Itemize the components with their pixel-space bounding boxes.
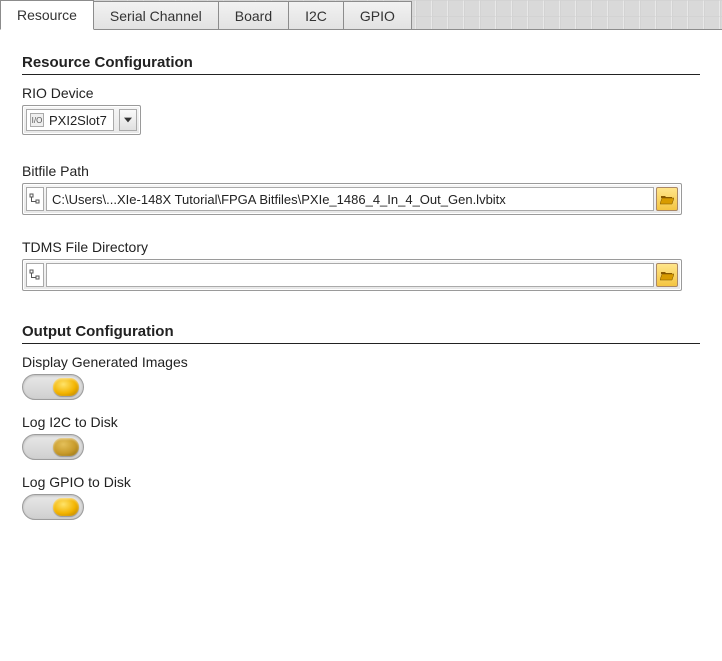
toggle-knob [53, 438, 79, 456]
tab-label: Board [235, 8, 272, 24]
tab-content-resource: Resource Configuration RIO Device I/O PX… [0, 30, 722, 661]
label-display-generated: Display Generated Images [22, 354, 700, 370]
tab-gpio[interactable]: GPIO [343, 1, 412, 29]
tdms-dir-input[interactable] [46, 263, 654, 287]
io-resource-icon: I/O [30, 113, 44, 127]
bitfile-path-control: C:\Users\...XIe-148X Tutorial\FPGA Bitfi… [22, 183, 682, 215]
chevron-down-icon [124, 117, 132, 123]
label-bitfile-path: Bitfile Path [22, 163, 700, 179]
rio-device-dropdown-button[interactable] [119, 109, 137, 131]
rio-device-display: I/O PXI2Slot7 [26, 109, 114, 131]
toggle-log-i2c-to-disk[interactable] [22, 434, 84, 460]
rio-device-value: PXI2Slot7 [49, 113, 107, 128]
tab-label: Serial Channel [110, 8, 202, 24]
tab-bar: Resource Serial Channel Board I2C GPIO [0, 0, 722, 30]
label-rio-device: RIO Device [22, 85, 700, 101]
tab-label: GPIO [360, 8, 395, 24]
folder-open-icon [660, 270, 674, 281]
tab-label: Resource [17, 7, 77, 23]
rio-device-control[interactable]: I/O PXI2Slot7 [22, 105, 141, 135]
toggle-display-generated-images[interactable] [22, 374, 84, 400]
bitfile-path-input[interactable]: C:\Users\...XIe-148X Tutorial\FPGA Bitfi… [46, 187, 654, 211]
tdms-browse-button[interactable] [656, 263, 678, 287]
bitfile-path-value: C:\Users\...XIe-148X Tutorial\FPGA Bitfi… [52, 192, 506, 207]
tab-board[interactable]: Board [218, 1, 289, 29]
label-tdms-dir: TDMS File Directory [22, 239, 700, 255]
tab-resource[interactable]: Resource [0, 0, 94, 30]
toggle-knob [53, 378, 79, 396]
bitfile-browse-button[interactable] [656, 187, 678, 211]
label-log-gpio: Log GPIO to Disk [22, 474, 700, 490]
tab-i2c[interactable]: I2C [288, 1, 344, 29]
path-tree-icon [26, 187, 44, 211]
section-header-resource-config: Resource Configuration [22, 54, 700, 75]
tab-label: I2C [305, 8, 327, 24]
toggle-knob [53, 498, 79, 516]
folder-open-icon [660, 194, 674, 205]
section-header-output-config: Output Configuration [22, 323, 700, 344]
tab-serial-channel[interactable]: Serial Channel [93, 1, 219, 29]
tdms-dir-control [22, 259, 682, 291]
label-log-i2c: Log I2C to Disk [22, 414, 700, 430]
path-tree-icon [26, 263, 44, 287]
toggle-log-gpio-to-disk[interactable] [22, 494, 84, 520]
